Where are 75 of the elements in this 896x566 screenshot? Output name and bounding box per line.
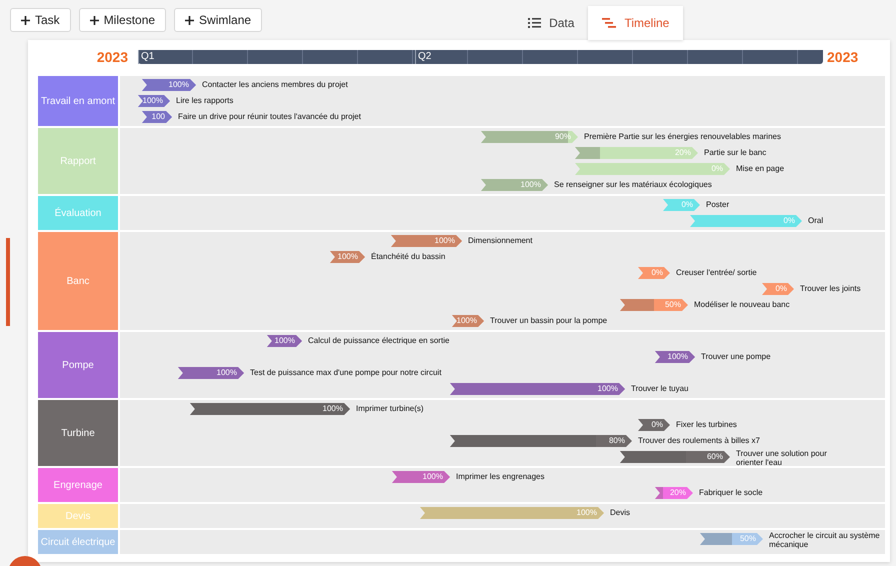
task-bar[interactable]: 0% bbox=[638, 419, 670, 431]
task-bar[interactable]: 60% bbox=[620, 451, 730, 463]
task-bar[interactable]: 0% bbox=[638, 267, 670, 279]
task-bar[interactable]: 100% bbox=[481, 179, 548, 191]
swimlane-label: Engrenage bbox=[38, 468, 118, 502]
task-bar[interactable]: 100% bbox=[138, 95, 170, 107]
swimlane-label: Turbine bbox=[38, 400, 118, 466]
task-label: Fabriquer le socle bbox=[699, 487, 763, 499]
task-bar[interactable]: 90% bbox=[481, 131, 578, 143]
task-label: Imprimer turbine(s) bbox=[356, 403, 424, 415]
swimlane-label: Travail en amont bbox=[38, 76, 118, 126]
task-label: Trouver une pompe bbox=[701, 351, 771, 363]
year-label: 2023 bbox=[826, 49, 858, 65]
plus-icon bbox=[21, 16, 30, 24]
task-bar[interactable]: 100% bbox=[450, 383, 625, 395]
quarter-label: Q2 bbox=[415, 50, 823, 64]
task-label: Creuser l'entrée/ sortie bbox=[676, 267, 757, 279]
add-button[interactable]: Milestone bbox=[78, 8, 166, 32]
task-label: Mise en page bbox=[736, 163, 784, 175]
task-label: Imprimer les engrenages bbox=[456, 471, 544, 483]
task-label: Trouver un bassin pour la pompe bbox=[490, 315, 608, 327]
task-bar[interactable]: 100% bbox=[142, 79, 196, 91]
task-bar[interactable]: 100% bbox=[392, 471, 450, 483]
task-bar[interactable]: 100% bbox=[330, 251, 365, 263]
swimlane-label: Banc bbox=[38, 232, 118, 330]
task-label: Lire les rapports bbox=[176, 95, 234, 107]
task-label: Fixer les turbines bbox=[676, 419, 737, 431]
task-label: Trouver les joints bbox=[800, 283, 861, 295]
task-label: Contacter les anciens membres du projet bbox=[202, 79, 348, 91]
task-label: Se renseigner sur les matériaux écologiques bbox=[554, 179, 712, 191]
view-tab[interactable]: Data bbox=[514, 6, 588, 40]
side-handle[interactable] bbox=[6, 238, 10, 326]
task-label: Calcul de puissance électrique en sortie bbox=[308, 335, 450, 347]
list-icon bbox=[528, 18, 542, 28]
progress-fill bbox=[138, 95, 170, 107]
task-label: Trouver le tuyau bbox=[631, 383, 689, 395]
task-label: Modéliser le nouveau banc bbox=[694, 299, 790, 311]
swimlane-label: Évaluation bbox=[38, 196, 118, 230]
year-label: 2023 bbox=[96, 49, 128, 65]
task-bar[interactable]: 80% bbox=[450, 435, 632, 447]
swimlane-label: Devis bbox=[38, 504, 118, 528]
task-label: Partie sur le banc bbox=[704, 147, 766, 159]
view-tab[interactable]: Timeline bbox=[588, 6, 684, 40]
task-label: Trouver des roulements à billes x7 bbox=[638, 435, 760, 447]
plus-icon bbox=[90, 16, 99, 24]
swimlane-label: Rapport bbox=[38, 128, 118, 194]
swimlane-label: Circuit électrique bbox=[38, 530, 118, 554]
progress-fill bbox=[142, 79, 196, 91]
task-bar[interactable]: 50% bbox=[620, 299, 688, 311]
task-bar[interactable]: 100% bbox=[391, 235, 462, 247]
task-bar[interactable]: 100% bbox=[178, 367, 244, 379]
task-label: Test de puissance max d'une pompe pour notre circuit bbox=[250, 367, 442, 379]
task-label: Devis bbox=[610, 507, 630, 519]
task-bar[interactable]: 0% bbox=[762, 283, 794, 295]
task-bar[interactable]: 20% bbox=[655, 487, 693, 499]
task-label: Faire un drive pour réunir toutes l'avancée du projet bbox=[178, 111, 361, 123]
swimlane-label: Pompe bbox=[38, 332, 118, 398]
task-label: Étanchéité du bassin bbox=[371, 251, 446, 263]
task-label: Trouver une solution pour orienter l'eau bbox=[736, 449, 828, 467]
task-bar[interactable]: 100% bbox=[190, 403, 350, 415]
task-bar[interactable]: 100% bbox=[267, 335, 302, 347]
task-label: Accrocher le circuit au système mécanique bbox=[769, 531, 881, 549]
task-label: Poster bbox=[706, 199, 730, 211]
quarter-label: Q1 bbox=[138, 50, 415, 64]
progress-fill bbox=[142, 111, 172, 123]
add-button[interactable]: Task bbox=[10, 8, 71, 32]
task-label: Première Partie sur les énergies renouvelables marines bbox=[584, 131, 781, 143]
add-button[interactable]: Swimlane bbox=[174, 8, 262, 32]
task-label: Dimensionnement bbox=[468, 235, 532, 247]
timeline-icon bbox=[602, 18, 616, 28]
task-bar[interactable]: 100% bbox=[655, 351, 695, 363]
task-bar[interactable]: 100 bbox=[142, 111, 172, 123]
task-label: Oral bbox=[808, 215, 824, 227]
plus-icon bbox=[185, 16, 194, 24]
task-bar[interactable]: 100% bbox=[452, 315, 484, 327]
